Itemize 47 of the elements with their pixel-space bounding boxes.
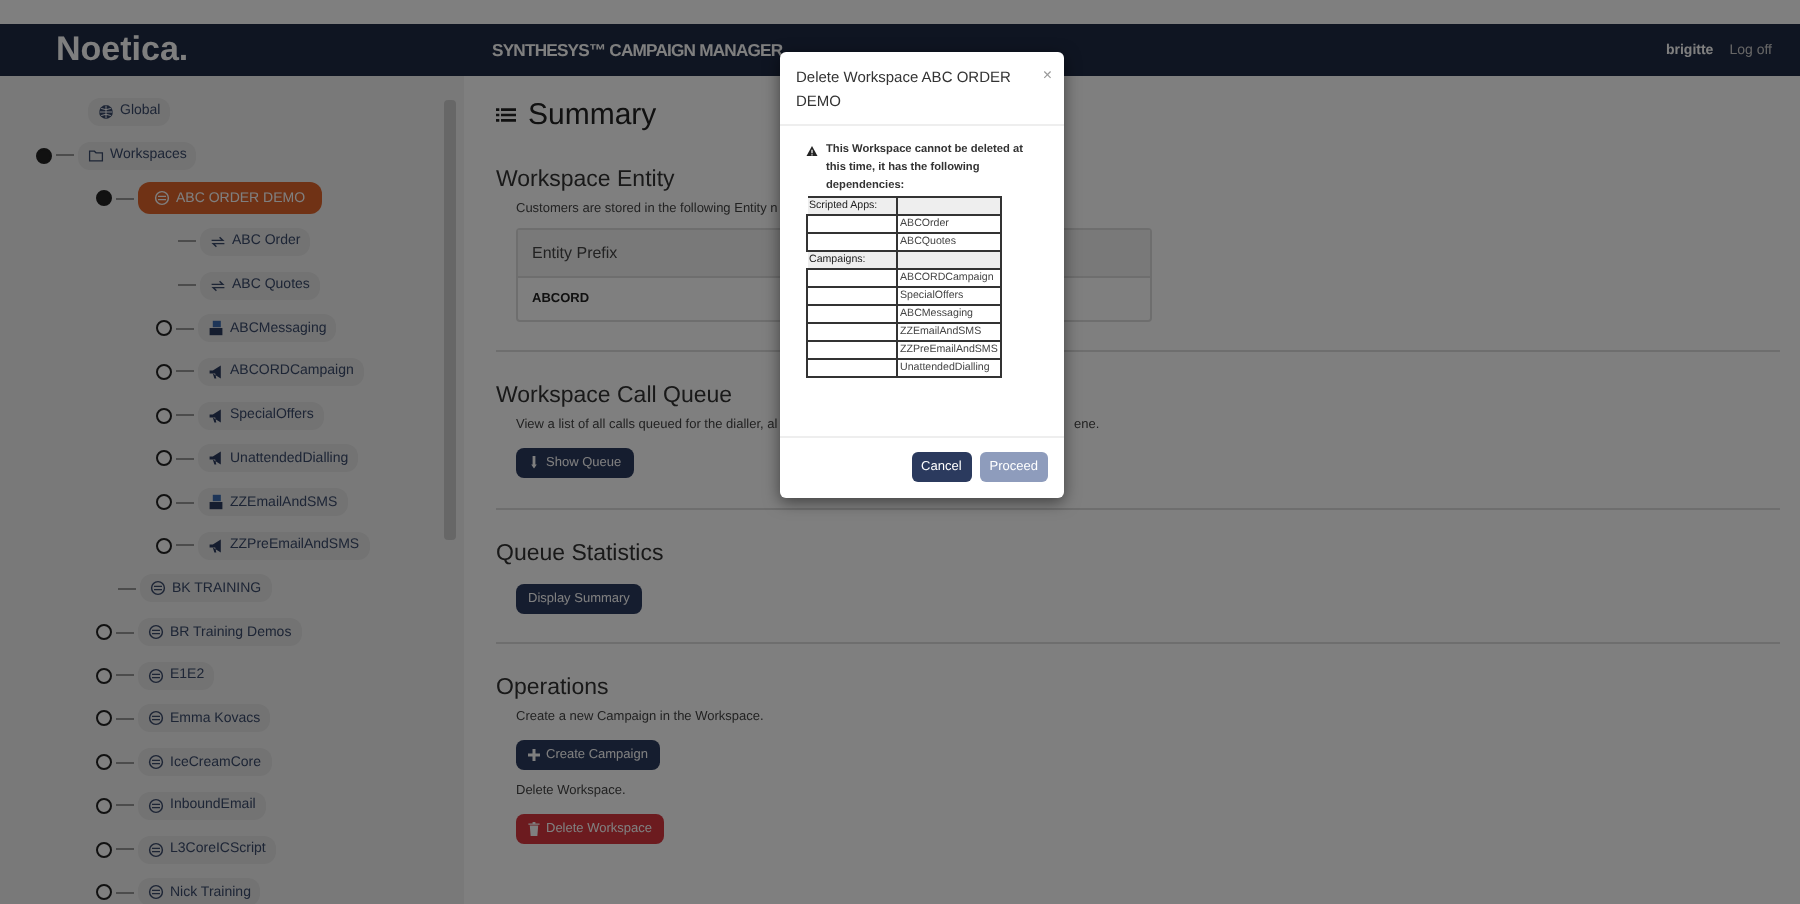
list-icon xyxy=(496,105,516,123)
page-title: Summary xyxy=(528,97,657,131)
expand-toggle[interactable] xyxy=(156,407,172,424)
plus-icon xyxy=(528,748,540,762)
trash-icon xyxy=(528,822,540,836)
megaphone-icon xyxy=(208,537,224,554)
expand-toggle[interactable] xyxy=(156,494,172,511)
people-icon xyxy=(208,494,224,511)
expand-toggle[interactable] xyxy=(96,884,112,901)
expand-toggle[interactable] xyxy=(96,797,112,814)
workspace-icon xyxy=(148,841,164,858)
workspace-icon xyxy=(154,190,170,207)
logo: Noetica. xyxy=(56,30,191,70)
arrows-icon xyxy=(210,277,226,294)
workspace-icon xyxy=(148,754,164,771)
megaphone-icon xyxy=(208,363,224,380)
expand-toggle[interactable] xyxy=(96,754,112,771)
section-title: Workspace Call Queue xyxy=(496,384,733,408)
arrows-icon xyxy=(210,233,226,250)
expand-toggle[interactable] xyxy=(156,450,172,467)
expand-toggle[interactable] xyxy=(96,624,112,641)
expand-toggle[interactable] xyxy=(156,320,172,337)
expand-toggle[interactable] xyxy=(96,841,112,858)
section-title: Operations xyxy=(496,676,609,700)
section-title: Queue Statistics xyxy=(496,542,664,566)
column-header: Entity Prefix xyxy=(532,244,618,262)
app-title: SYNTHESYS™ CAMPAIGN MANAGER xyxy=(492,40,783,60)
workspace-icon xyxy=(148,797,164,814)
folder-icon xyxy=(88,147,104,164)
warning-icon xyxy=(806,145,818,156)
megaphone-icon xyxy=(208,450,224,467)
people-icon xyxy=(208,320,224,337)
section-title: Workspace Entity xyxy=(496,168,675,192)
workspace-icon xyxy=(150,580,166,597)
expand-toggle[interactable] xyxy=(96,190,112,207)
close-button[interactable]: × xyxy=(1042,66,1052,86)
expand-toggle[interactable] xyxy=(156,363,172,380)
workspace-icon xyxy=(148,667,164,684)
expand-toggle[interactable] xyxy=(96,710,112,727)
expand-toggle[interactable] xyxy=(156,537,172,554)
globe-icon xyxy=(98,103,114,120)
workspace-icon xyxy=(148,624,164,641)
workspace-icon xyxy=(148,710,164,727)
megaphone-icon xyxy=(208,407,224,424)
expand-toggle[interactable] xyxy=(36,147,52,164)
workspace-icon xyxy=(148,884,164,901)
expand-toggle[interactable] xyxy=(96,667,112,684)
